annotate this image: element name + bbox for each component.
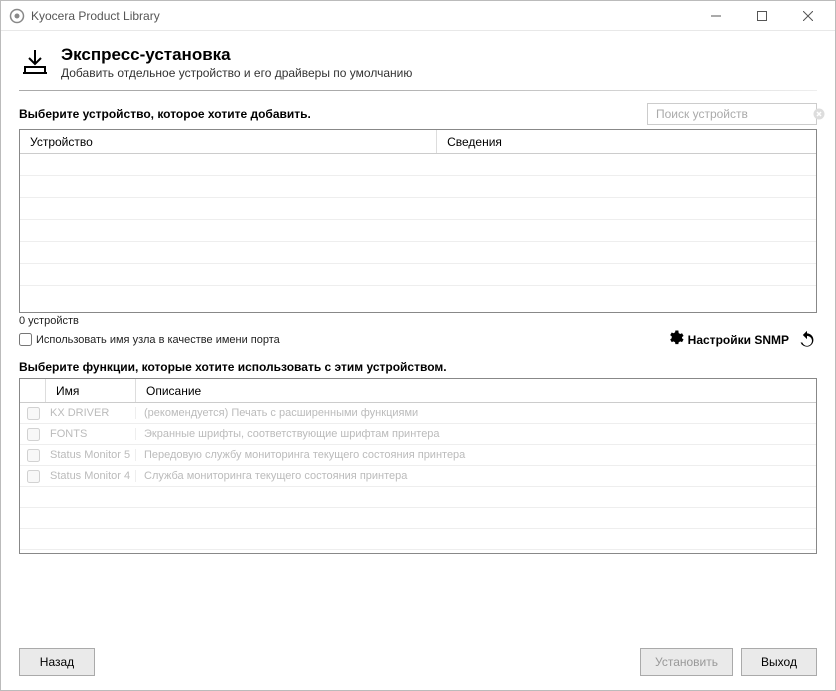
- feature-row[interactable]: Status Monitor 5 Передовую службу монито…: [20, 445, 816, 466]
- main-window: Kyocera Product Library: [0, 0, 836, 691]
- snmp-settings-label: Настройки SNMP: [688, 333, 789, 347]
- device-col-device[interactable]: Устройство: [20, 130, 437, 153]
- clear-search-icon[interactable]: [813, 106, 825, 122]
- feature-row[interactable]: KX DRIVER (рекомендуется) Печать с расши…: [20, 403, 816, 424]
- feature-desc: Служба мониторинга текущего состояния пр…: [136, 470, 816, 482]
- feature-col-name[interactable]: Имя: [46, 379, 136, 402]
- page-header: Экспресс-установка Добавить отдельное ус…: [1, 31, 835, 88]
- device-col-details[interactable]: Сведения: [437, 130, 816, 153]
- feature-name: Status Monitor 5: [46, 449, 136, 461]
- install-button[interactable]: Установить: [640, 648, 733, 676]
- feature-grid-body: KX DRIVER (рекомендуется) Печать с расши…: [20, 403, 816, 553]
- back-button[interactable]: Назад: [19, 648, 95, 676]
- host-name-checkbox[interactable]: [19, 333, 32, 346]
- content: Экспресс-установка Добавить отдельное ус…: [1, 31, 835, 690]
- body: Выберите устройство, которое хотите доба…: [1, 97, 835, 638]
- feature-checkbox[interactable]: [27, 449, 40, 462]
- app-icon: [9, 8, 25, 24]
- feature-checkbox[interactable]: [27, 428, 40, 441]
- snmp-settings-button[interactable]: Настройки SNMP: [666, 329, 789, 350]
- refresh-button[interactable]: [797, 330, 817, 350]
- search-box: [647, 103, 817, 125]
- page-subtitle: Добавить отдельное устройство и его драй…: [61, 66, 412, 80]
- feature-desc: (рекомендуется) Печать с расширенными фу…: [136, 407, 816, 419]
- feature-row[interactable]: Status Monitor 4 Служба мониторинга теку…: [20, 466, 816, 487]
- window-title: Kyocera Product Library: [31, 9, 693, 23]
- feature-grid: Имя Описание KX DRIVER (рекомендуется) П…: [19, 378, 817, 554]
- feature-desc: Экранные шрифты, соответствующие шрифтам…: [136, 428, 816, 440]
- download-icon: [19, 47, 51, 79]
- feature-grid-header: Имя Описание: [20, 379, 816, 403]
- feature-name: FONTS: [46, 428, 136, 440]
- footer: Назад Установить Выход: [1, 638, 835, 690]
- feature-checkbox[interactable]: [27, 470, 40, 483]
- device-grid: Устройство Сведения: [19, 129, 817, 313]
- page-title: Экспресс-установка: [61, 45, 412, 65]
- minimize-button[interactable]: [693, 2, 739, 30]
- device-count: 0 устройств: [19, 315, 79, 327]
- titlebar: Kyocera Product Library: [1, 1, 835, 31]
- maximize-button[interactable]: [739, 2, 785, 30]
- device-grid-body[interactable]: [20, 154, 816, 312]
- device-grid-header: Устройство Сведения: [20, 130, 816, 154]
- feature-name: Status Monitor 4: [46, 470, 136, 482]
- feature-select-prompt: Выберите функции, которые хотите использ…: [19, 360, 817, 374]
- gear-icon: [666, 329, 684, 350]
- host-name-checkbox-row[interactable]: Использовать имя узла в качестве имени п…: [19, 333, 666, 346]
- device-select-prompt: Выберите устройство, которое хотите доба…: [19, 107, 647, 121]
- feature-row[interactable]: FONTS Экранные шрифты, соответствующие ш…: [20, 424, 816, 445]
- exit-button[interactable]: Выход: [741, 648, 817, 676]
- divider: [19, 90, 817, 91]
- feature-name: KX DRIVER: [46, 407, 136, 419]
- search-input[interactable]: [654, 106, 813, 122]
- host-name-checkbox-label: Использовать имя узла в качестве имени п…: [36, 334, 280, 346]
- close-button[interactable]: [785, 2, 831, 30]
- feature-desc: Передовую службу мониторинга текущего со…: [136, 449, 816, 461]
- feature-checkbox[interactable]: [27, 407, 40, 420]
- feature-col-desc[interactable]: Описание: [136, 379, 816, 402]
